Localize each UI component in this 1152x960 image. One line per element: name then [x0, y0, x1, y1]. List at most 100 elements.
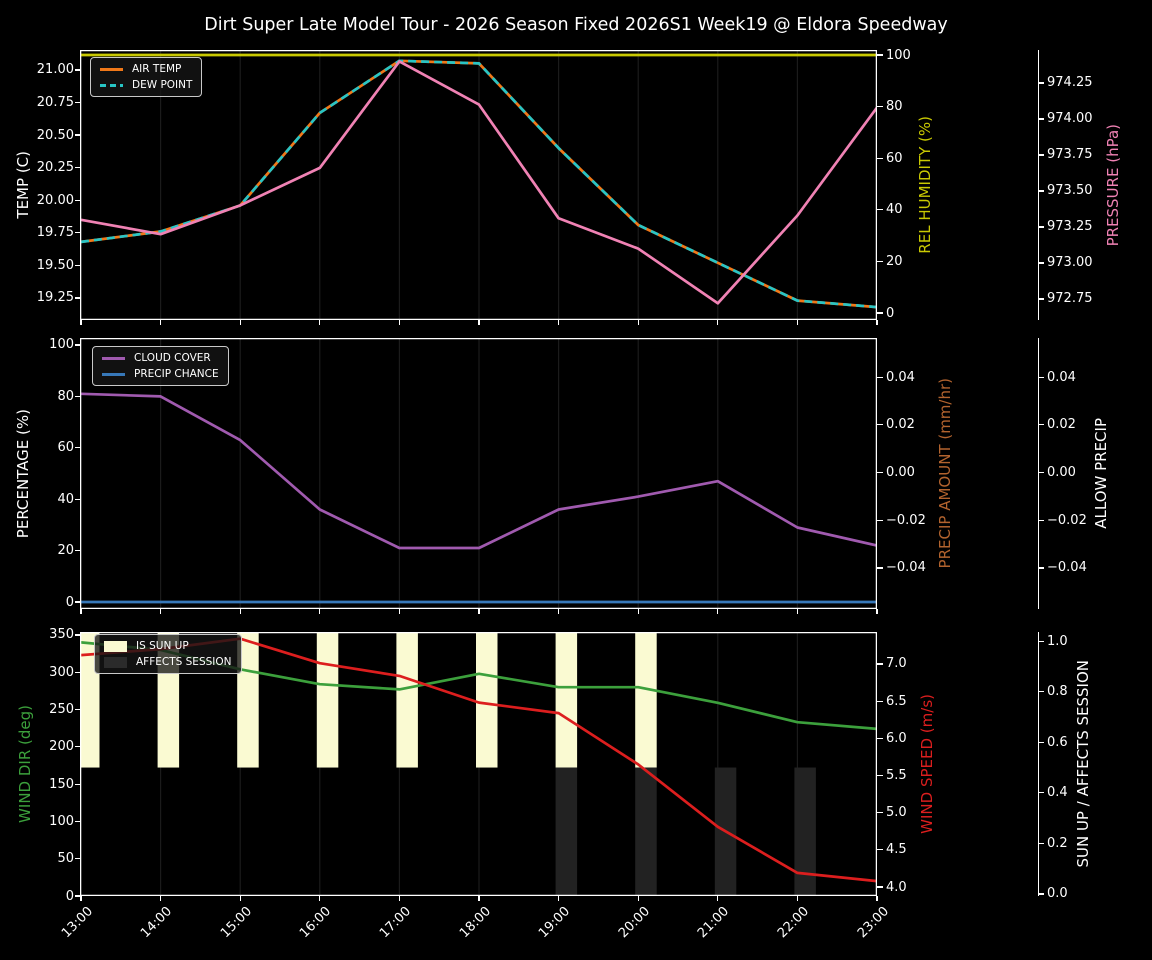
- tick-label: 300: [49, 664, 74, 680]
- tick-label: 0.2: [1047, 835, 1068, 851]
- legend-item-air-temp: AIR TEMP: [100, 63, 192, 75]
- tick-mark: [75, 264, 80, 266]
- y-axis-title-percentage: PERCENTAGE (%): [14, 408, 32, 539]
- tick-mark: [75, 69, 80, 71]
- tick-label: −0.02: [886, 512, 926, 528]
- tick-label: 973.00: [1047, 255, 1093, 271]
- x-tick-mark: [717, 896, 719, 901]
- tick-label: 0: [65, 888, 74, 904]
- x-tick-mark: [160, 320, 162, 325]
- tick-mark: [75, 601, 80, 603]
- legend-label: CLOUD COVER: [134, 352, 211, 364]
- tick-label: 19.25: [36, 290, 74, 306]
- dew-point-dashed-line-swatch: [100, 83, 123, 87]
- affects-session-patch-swatch: [104, 656, 127, 668]
- tick-mark: [877, 54, 883, 56]
- legend-item-cloud-cover: CLOUD COVER: [102, 352, 219, 364]
- tick-label: 100: [886, 47, 911, 63]
- x-tick-mark: [80, 896, 82, 901]
- tick-mark: [877, 774, 883, 777]
- tick-label: −0.04: [1047, 560, 1087, 576]
- tick-mark: [877, 519, 883, 521]
- tick-label: 20.50: [36, 127, 74, 143]
- tick-mark: [75, 447, 80, 449]
- legend-label: DEW POINT: [132, 79, 193, 91]
- x-tick-mark: [876, 609, 878, 614]
- tick-mark: [75, 820, 80, 822]
- secondary-axis-spine: [1038, 338, 1040, 609]
- tick-label: 0.00: [1047, 465, 1076, 481]
- tick-mark: [75, 167, 80, 169]
- legend-label: IS SUN UP: [136, 640, 189, 652]
- tick-label: 4.5: [886, 842, 907, 858]
- tick-label: 0.0: [1047, 886, 1068, 902]
- tick-mark: [877, 700, 883, 702]
- tick-mark: [75, 708, 80, 711]
- x-tick-mark: [398, 896, 400, 901]
- tick-mark: [75, 395, 80, 397]
- tick-mark: [877, 157, 883, 159]
- x-tick-mark: [637, 896, 639, 901]
- tick-mark: [877, 376, 883, 378]
- legend-label: AIR TEMP: [132, 63, 182, 75]
- tick-mark: [75, 232, 80, 234]
- tick-label: 100: [49, 813, 74, 829]
- x-tick-mark: [876, 896, 878, 901]
- tick-label: 100: [49, 337, 74, 353]
- bar-affects-session: [794, 767, 816, 896]
- x-tick-mark: [239, 609, 241, 614]
- tick-mark: [877, 209, 883, 211]
- x-tick-label: 19:00: [536, 904, 574, 942]
- tick-label: 974.00: [1047, 111, 1093, 127]
- y-axis-title-allow-precip: ALLOW PRECIP: [1092, 418, 1110, 529]
- tick-label: 0.04: [1047, 369, 1076, 385]
- y-axis-title-precip-amount: PRECIP AMOUNT (mm/hr): [936, 378, 954, 569]
- x-tick-mark: [558, 896, 560, 901]
- tick-label: 40: [886, 202, 903, 218]
- x-tick-mark: [80, 320, 82, 325]
- legend-label: AFFECTS SESSION: [136, 656, 232, 668]
- tick-mark: [75, 344, 80, 346]
- is-sun-up-patch-swatch: [104, 640, 127, 652]
- bar-is-sun-up: [396, 632, 418, 768]
- tick-mark: [75, 134, 80, 136]
- y-axis-title-temp: TEMP (C): [14, 151, 32, 219]
- x-tick-mark: [796, 320, 798, 325]
- tick-label: 20: [57, 543, 74, 559]
- x-tick-mark: [319, 320, 321, 325]
- tick-mark: [75, 634, 80, 636]
- cloud-cover-line-swatch: [102, 356, 125, 360]
- x-tick-label: 17:00: [376, 904, 415, 942]
- tick-label: 20.25: [36, 160, 74, 176]
- x-tick-label: 23:00: [854, 904, 892, 942]
- tick-mark: [877, 567, 883, 569]
- x-tick-mark: [398, 320, 400, 325]
- tick-label: 40: [57, 491, 74, 507]
- x-tick-mark: [796, 896, 798, 901]
- tick-label: 0.8: [1047, 684, 1068, 700]
- tick-label: 973.25: [1047, 219, 1093, 235]
- tick-label: 350: [49, 627, 74, 643]
- x-tick-mark: [717, 609, 719, 614]
- tick-label: 0.4: [1047, 785, 1068, 801]
- tick-label: −0.04: [886, 560, 926, 576]
- tick-mark: [75, 746, 80, 748]
- tick-mark: [877, 737, 883, 739]
- bar-is-sun-up: [555, 632, 578, 768]
- legend-label: PRECIP CHANCE: [134, 368, 219, 380]
- tick-label: 0: [65, 594, 74, 610]
- tick-mark: [877, 106, 883, 108]
- tick-label: 19.75: [36, 225, 74, 241]
- tick-mark: [75, 498, 80, 500]
- air-temp-line-swatch: [100, 67, 123, 71]
- tick-mark: [877, 849, 883, 851]
- y-axis-title-sun-up-affects-session: SUN UP / AFFECTS SESSION: [1074, 660, 1092, 868]
- x-tick-mark: [319, 896, 321, 901]
- legend-item-precip-chance: PRECIP CHANCE: [102, 368, 219, 380]
- legend-item-is-sun-up: IS SUN UP: [104, 640, 232, 652]
- tick-mark: [877, 886, 883, 888]
- secondary-axis-spine: [1038, 50, 1040, 320]
- x-tick-label: 16:00: [297, 904, 335, 942]
- y-axis-title-rel-humidity: REL HUMIDITY (%): [916, 116, 934, 254]
- tick-mark: [75, 895, 80, 897]
